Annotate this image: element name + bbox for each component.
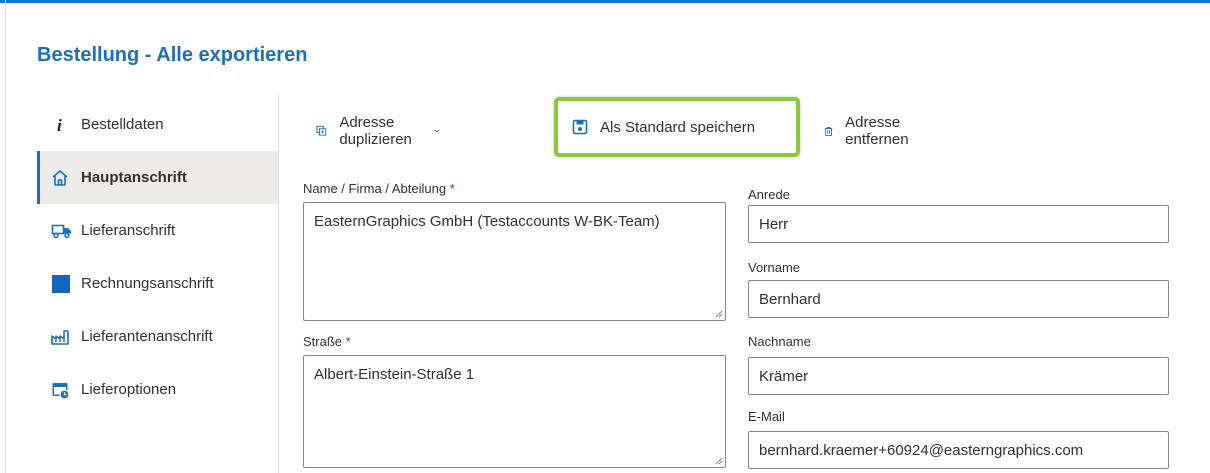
sidebar-item-label: Lieferantenanschrift — [81, 328, 213, 345]
sidebar: i Bestelldaten Hauptanschrift Lieferansc… — [37, 98, 278, 416]
sidebar-divider — [278, 95, 279, 473]
email-field-label: E-Mail — [748, 409, 785, 424]
email-field-value: bernhard.kraemer+60924@easterngraphics.c… — [759, 441, 1084, 459]
save-icon — [572, 119, 588, 135]
save-as-default-button[interactable]: Als Standard speichern — [554, 97, 800, 157]
remove-address-label: Adresse entfernen — [845, 114, 909, 148]
svg-text:i: i — [57, 116, 62, 134]
truck-icon — [51, 222, 81, 240]
name-field[interactable]: EasternGraphics GmbH (Testaccounts W-BK-… — [303, 202, 726, 321]
sidebar-item-lieferanschrift[interactable]: Lieferanschrift — [37, 204, 278, 257]
firstname-field[interactable]: Bernhard — [748, 280, 1169, 318]
sidebar-item-lieferantenanschrift[interactable]: Lieferantenanschrift — [37, 310, 278, 363]
factory-icon — [51, 328, 81, 346]
salutation-field[interactable]: Herr — [748, 205, 1169, 243]
sidebar-item-rechnungsanschrift[interactable]: Rechnungsanschrift — [37, 257, 278, 310]
street-field[interactable]: Albert-Einstein-Straße 1 — [303, 355, 726, 468]
sidebar-item-label: Lieferoptionen — [81, 381, 177, 398]
info-icon: i — [51, 116, 81, 134]
duplicate-address-button[interactable]: Adresse duplizieren — [316, 110, 441, 152]
top-accent-bar — [0, 0, 1210, 3]
required-mark: * — [345, 334, 351, 349]
duplicate-address-label: Adresse duplizieren — [339, 114, 412, 148]
resize-grip-icon[interactable] — [714, 456, 723, 465]
chevron-down-icon — [435, 129, 440, 133]
email-field[interactable]: bernhard.kraemer+60924@easterngraphics.c… — [748, 431, 1169, 469]
required-mark: * — [449, 181, 455, 196]
resize-grip-icon[interactable] — [714, 309, 723, 318]
lastname-field[interactable]: Krämer — [748, 357, 1169, 395]
remove-address-button[interactable]: Adresse entfernen — [824, 110, 915, 152]
salutation-field-label: Anrede — [748, 187, 790, 202]
sidebar-item-label: Bestelldaten — [81, 116, 164, 133]
name-field-label: Name / Firma / Abteilung * — [303, 181, 455, 196]
sidebar-item-hauptanschrift[interactable]: Hauptanschrift — [37, 151, 278, 204]
street-field-value: Albert-Einstein-Straße 1 — [314, 366, 475, 383]
sidebar-item-label: Lieferanschrift — [81, 222, 176, 239]
calendar-clock-icon — [51, 380, 81, 400]
lastname-field-label: Nachname — [748, 334, 811, 349]
left-border — [5, 0, 6, 473]
sidebar-item-label: Hauptanschrift — [81, 169, 187, 186]
lastname-field-value: Krämer — [759, 367, 809, 385]
firstname-field-label: Vorname — [748, 260, 801, 275]
sidebar-item-label: Rechnungsanschrift — [81, 275, 214, 292]
salutation-field-value: Herr — [759, 215, 789, 233]
sidebar-item-bestelldaten[interactable]: i Bestelldaten — [37, 98, 278, 151]
street-field-label: Straße * — [303, 334, 351, 349]
square-icon — [51, 274, 81, 294]
copy-icon — [316, 125, 327, 136]
firstname-field-value: Bernhard — [759, 290, 821, 308]
home-icon — [51, 169, 81, 187]
page-title: Bestellung - Alle exportieren — [37, 44, 308, 66]
sidebar-item-lieferoptionen[interactable]: Lieferoptionen — [37, 363, 278, 416]
save-as-default-label: Als Standard speichern — [600, 118, 756, 136]
name-field-value: EasternGraphics GmbH (Testaccounts W-BK-… — [314, 213, 660, 230]
trash-icon — [824, 126, 833, 136]
